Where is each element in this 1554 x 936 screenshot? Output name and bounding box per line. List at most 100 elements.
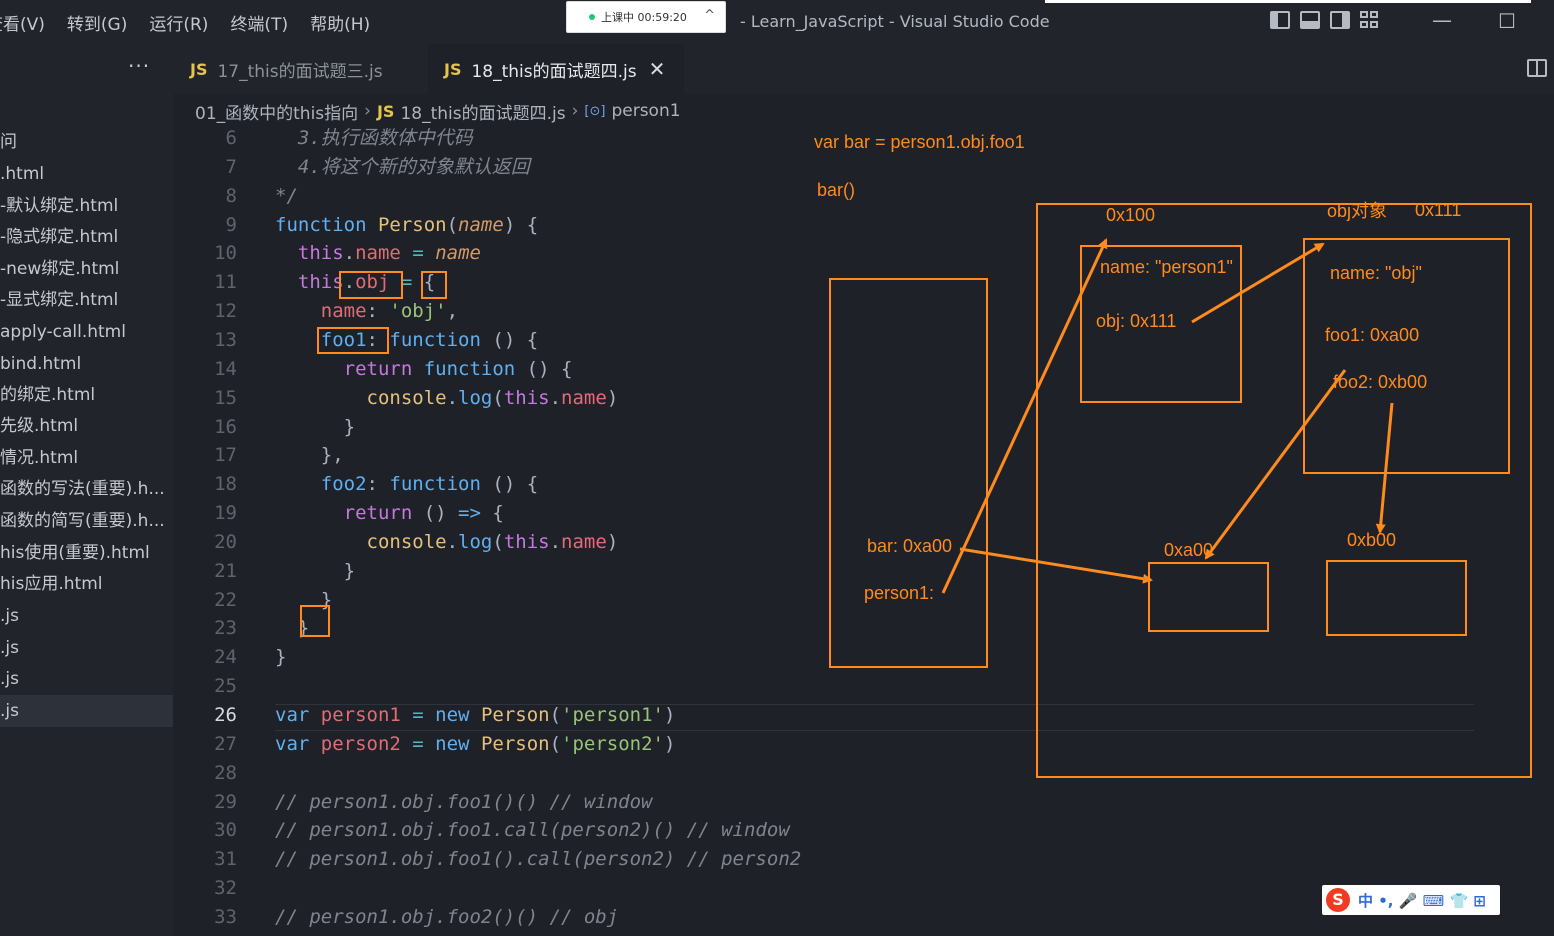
code-line[interactable]: 20 console.log(this.name) [173,528,1473,557]
tab-bar: ··· JS 17_this的面试题三.js JS 18_this的面试题四.j… [0,44,1554,94]
explorer-file-item[interactable]: 问 [0,126,173,158]
code-line[interactable]: 21 } [173,557,1473,586]
code-line[interactable]: 19 return () => { [173,499,1473,528]
code-line[interactable]: 31 // person1.obj.foo1().call(person2) //… [173,845,1473,874]
code-line[interactable]: 12 name: 'obj', [173,297,1473,326]
code-line[interactable]: 29 // person1.obj.foo1()() // window [173,788,1473,817]
code-line[interactable]: 16 } [173,413,1473,442]
code-line[interactable]: 18 foo2: function () { [173,470,1473,499]
code-text: // person1.obj.foo2()() // obj [275,903,618,932]
explorer-file-item[interactable]: bind.html [0,348,173,380]
annotation-obj-name: name: "obj" [1330,263,1422,283]
explorer-file-item[interactable]: apply-call.html [0,316,173,348]
more-actions-icon[interactable]: ··· [128,54,150,78]
code-line[interactable]: 14 return function () { [173,355,1473,384]
explorer-file-item[interactable]: his应用.html [0,568,173,600]
tab-18-this[interactable]: JS 18_this的面试题四.js ✕ [428,44,684,94]
explorer-file-item[interactable]: .js [0,600,173,632]
line-number: 31 [214,848,237,871]
code-line[interactable]: 30 // person1.obj.foo1.call(person2)() //… [173,816,1473,845]
toggle-sidebar-icon[interactable] [1270,11,1290,29]
code-line[interactable]: 33 // person1.obj.foo2()() // obj [173,903,1473,932]
line-number: 22 [214,588,237,611]
code-token: . [343,271,356,294]
code-token: log [458,386,493,409]
toggle-panel-icon[interactable] [1300,11,1320,29]
code-token: console [366,530,447,553]
annotation-person-name: name: "person1" [1100,257,1233,277]
code-line[interactable]: 23 } [173,614,1473,643]
code-token: function [389,473,481,496]
breadcrumb-folder[interactable]: 01_函数中的this指向 [195,99,358,124]
code-line[interactable]: 28 [173,759,1473,788]
line-number: 19 [214,502,237,525]
menu-go[interactable]: 转到(G) [56,10,138,35]
code-line[interactable]: 17 }, [173,441,1473,470]
explorer-file-item[interactable]: 函数的写法(重要).h... [0,473,173,505]
maximize-icon[interactable]: ☐ [1498,9,1516,33]
menu-help[interactable]: 帮助(H) [299,10,381,35]
explorer-file-item[interactable]: his使用(重要).html [0,537,173,569]
tab-17-this[interactable]: JS 17_this的面试题三.js [174,44,426,94]
sogou-logo-icon: S [1326,888,1350,912]
menu-terminal[interactable]: 终端(T) [219,10,299,35]
explorer-file-item[interactable]: -new绑定.html [0,253,173,285]
code-line[interactable]: 32 [173,874,1473,903]
explorer-file-item[interactable]: .js [0,695,173,727]
code-token: Person [480,732,550,755]
chevron-up-icon[interactable]: ^ [704,8,715,23]
line-number: 7 [225,155,237,178]
code-token: new [435,704,481,726]
code-line[interactable]: 7 4.将这个新的对象默认返回 [173,153,1473,182]
code-token: : [366,473,390,496]
code-line[interactable]: 11 this.obj = { [173,268,1473,297]
annotation-addr-0xb00: 0xb00 [1347,530,1397,550]
explorer-file-item[interactable]: 的绑定.html [0,379,173,411]
customize-layout-icon[interactable] [1360,11,1380,29]
menu-view[interactable]: 查看(V) [0,10,56,35]
code-line[interactable]: 27 var person2 = new Person('person2') [173,730,1473,759]
breadcrumb-file[interactable]: 18_this的面试题四.js [400,99,565,124]
toggle-secondary-sidebar-icon[interactable] [1330,11,1350,29]
code-text: foo1: function () { [275,326,538,355]
annotation-bar-ref: bar: 0xa00 [867,536,953,556]
ime-status: 中 •, 🎤 ⌨ 👕 ⊞ [1358,891,1486,910]
breadcrumb-symbol[interactable]: person1 [611,101,680,121]
line-number: 14 [214,357,237,380]
code-token: return [343,357,424,380]
minimize-icon[interactable]: — [1432,8,1452,32]
explorer-file-item[interactable]: .html [0,158,173,190]
code-token: } [275,617,310,640]
explorer-file-item[interactable]: 函数的简写(重要).h... [0,505,173,537]
split-editor-icon[interactable] [1527,59,1547,77]
code-token: . [549,386,562,409]
close-icon[interactable]: ✕ [649,57,666,81]
code-line[interactable]: 22 } [173,586,1473,615]
code-line[interactable]: 15 console.log(this.name) [173,384,1473,413]
code-text: } [275,557,355,586]
code-line[interactable]: 25 [173,672,1473,701]
line-number: 21 [214,559,237,582]
menu-run[interactable]: 运行(R) [138,10,219,35]
window-title: - Learn_JavaScript - Visual Studio Code [740,12,1050,31]
layout-controls [1270,11,1380,29]
code-text: foo2: function () { [275,470,538,499]
explorer-file-item[interactable]: -隐式绑定.html [0,221,173,253]
code-token: foo2 [320,473,367,496]
recording-indicator[interactable]: 上课中 00:59:20 ^ [566,1,726,33]
explorer-file-item[interactable]: -默认绑定.html [0,190,173,222]
explorer-file-item[interactable]: .js [0,663,173,695]
code-line[interactable]: 26 var person1 = new Person('person1') [173,701,1473,730]
explorer-file-item[interactable]: 情况.html [0,442,173,474]
explorer-file-item[interactable]: -显式绑定.html [0,284,173,316]
line-number: 16 [214,415,237,438]
explorer-file-item[interactable]: 先级.html [0,410,173,442]
code-line[interactable]: 9 function Person(name) { [173,211,1473,240]
ime-toolbar[interactable]: S 中 •, 🎤 ⌨ 👕 ⊞ [1322,885,1500,915]
variable-symbol-icon: [⊙] [584,103,606,119]
code-line[interactable]: 10 this.name = name [173,239,1473,268]
explorer-file-item[interactable]: .js [0,632,173,664]
code-line[interactable]: 24} [173,643,1473,672]
code-line[interactable]: 13 foo1: function () { [173,326,1473,355]
